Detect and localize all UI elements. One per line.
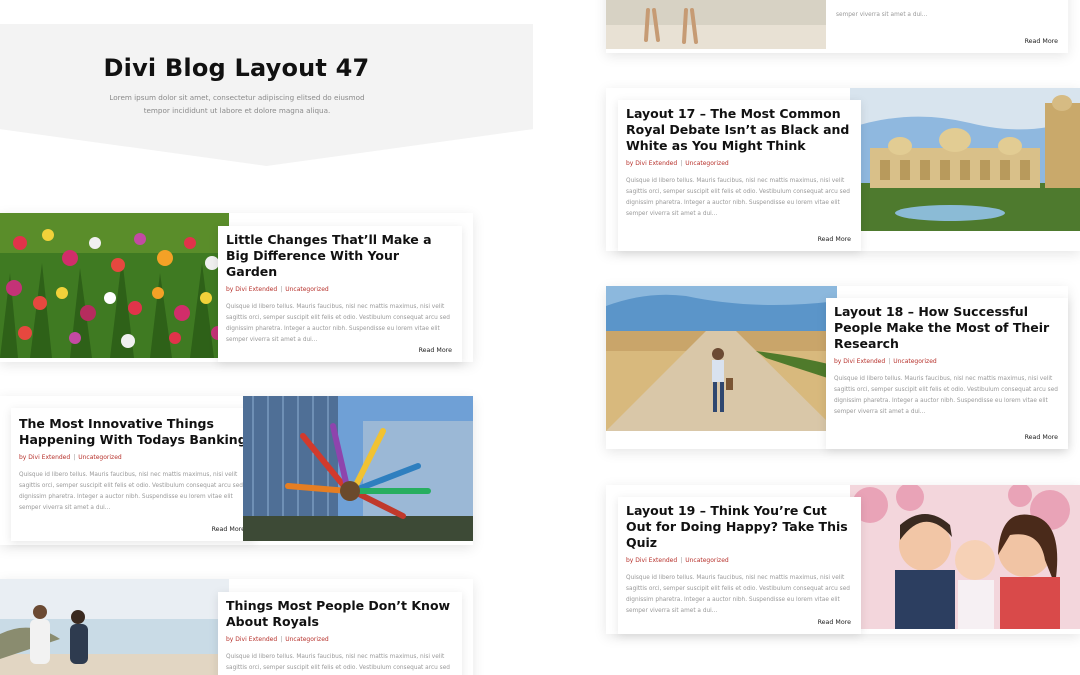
post-excerpt: Quisque id libero tellus. Mauris faucibu… xyxy=(226,304,450,343)
glass-building-sculpture-image[interactable] xyxy=(243,396,473,541)
post-category[interactable]: Uncategorized xyxy=(893,358,936,365)
post-content: Little Changes That’ll Make a Big Differ… xyxy=(218,226,462,362)
post-content: Layout 17 – The Most Common Royal Debate… xyxy=(618,100,861,251)
post-card: Layout 17 – The Most Common Royal Debate… xyxy=(606,88,1080,251)
read-more-link[interactable]: Read More xyxy=(419,347,452,354)
post-meta: by Divi Extended | Uncategorized xyxy=(626,557,729,564)
post-card: Things Most People Don’t Know About Roya… xyxy=(0,579,473,675)
post-card: semper viverra sit amet a dui... Read Mo… xyxy=(606,0,1068,53)
post-meta: by Divi Extended | Uncategorized xyxy=(19,454,122,461)
post-category[interactable]: Uncategorized xyxy=(78,454,121,461)
palace-image[interactable] xyxy=(850,88,1080,231)
post-title[interactable]: Layout 18 – How Successful People Make t… xyxy=(834,304,1060,352)
family-image[interactable] xyxy=(850,485,1080,629)
blog-layout-page: Divi Blog Layout 47 Lorem ipsum dolor si… xyxy=(0,0,1080,675)
post-title[interactable]: The Most Innovative Things Happening Wit… xyxy=(19,416,247,448)
post-title[interactable]: Little Changes That’ll Make a Big Differ… xyxy=(226,232,454,280)
post-excerpt: Quisque id libero tellus. Mauris faucibu… xyxy=(834,376,1058,415)
post-excerpt: Quisque id libero tellus. Mauris faucibu… xyxy=(19,472,243,511)
read-more-link[interactable]: Read More xyxy=(1025,38,1058,45)
post-author[interactable]: by Divi Extended xyxy=(834,358,885,365)
read-more-link[interactable]: Read More xyxy=(212,526,245,533)
post-card: Layout 19 – Think You’re Cut Out for Doi… xyxy=(606,485,1080,634)
post-excerpt: Quisque id libero tellus. Mauris faucibu… xyxy=(626,178,850,217)
post-author[interactable]: by Divi Extended xyxy=(626,160,677,167)
post-card: The Most Innovative Things Happening Wit… xyxy=(0,396,473,545)
post-title[interactable]: Layout 17 – The Most Common Royal Debate… xyxy=(626,106,853,154)
post-content: Things Most People Don’t Know About Roya… xyxy=(218,592,462,675)
post-title[interactable]: Layout 19 – Think You’re Cut Out for Doi… xyxy=(626,503,853,551)
read-more-link[interactable]: Read More xyxy=(818,236,851,243)
post-meta: by Divi Extended | Uncategorized xyxy=(626,160,729,167)
post-author[interactable]: by Divi Extended xyxy=(226,286,277,293)
post-author[interactable]: by Divi Extended xyxy=(19,454,70,461)
post-content: semper viverra sit amet a dui... Read Mo… xyxy=(826,0,1068,53)
post-excerpt: semper viverra sit amet a dui... xyxy=(836,12,928,18)
beach-walk-image[interactable] xyxy=(606,0,826,49)
post-card: Layout 18 – How Successful People Make t… xyxy=(606,286,1068,449)
post-author[interactable]: by Divi Extended xyxy=(626,557,677,564)
post-content: Layout 18 – How Successful People Make t… xyxy=(826,298,1068,449)
page-title: Divi Blog Layout 47 xyxy=(103,54,370,82)
post-category[interactable]: Uncategorized xyxy=(285,636,328,643)
read-more-link[interactable]: Read More xyxy=(1025,434,1058,441)
post-excerpt: Quisque id libero tellus. Mauris faucibu… xyxy=(226,654,450,671)
read-more-link[interactable]: Read More xyxy=(818,619,851,626)
post-content: Layout 19 – Think You’re Cut Out for Doi… xyxy=(618,497,861,634)
post-excerpt: Quisque id libero tellus. Mauris faucibu… xyxy=(626,575,850,614)
post-author[interactable]: by Divi Extended xyxy=(226,636,277,643)
post-card: Little Changes That’ll Make a Big Differ… xyxy=(0,213,473,362)
road-walker-image[interactable] xyxy=(606,286,837,431)
post-category[interactable]: Uncategorized xyxy=(285,286,328,293)
flowers-image[interactable] xyxy=(0,213,229,358)
post-meta: by Divi Extended | Uncategorized xyxy=(226,636,329,643)
post-category[interactable]: Uncategorized xyxy=(685,160,728,167)
post-category[interactable]: Uncategorized xyxy=(685,557,728,564)
page-subtitle: Lorem ipsum dolor sit amet, consectetur … xyxy=(109,93,365,115)
post-content: The Most Innovative Things Happening Wit… xyxy=(11,408,255,541)
beach-couple-image[interactable] xyxy=(0,579,229,675)
post-meta: by Divi Extended | Uncategorized xyxy=(226,286,329,293)
post-meta: by Divi Extended | Uncategorized xyxy=(834,358,937,365)
post-title[interactable]: Things Most People Don’t Know About Roya… xyxy=(226,598,454,630)
